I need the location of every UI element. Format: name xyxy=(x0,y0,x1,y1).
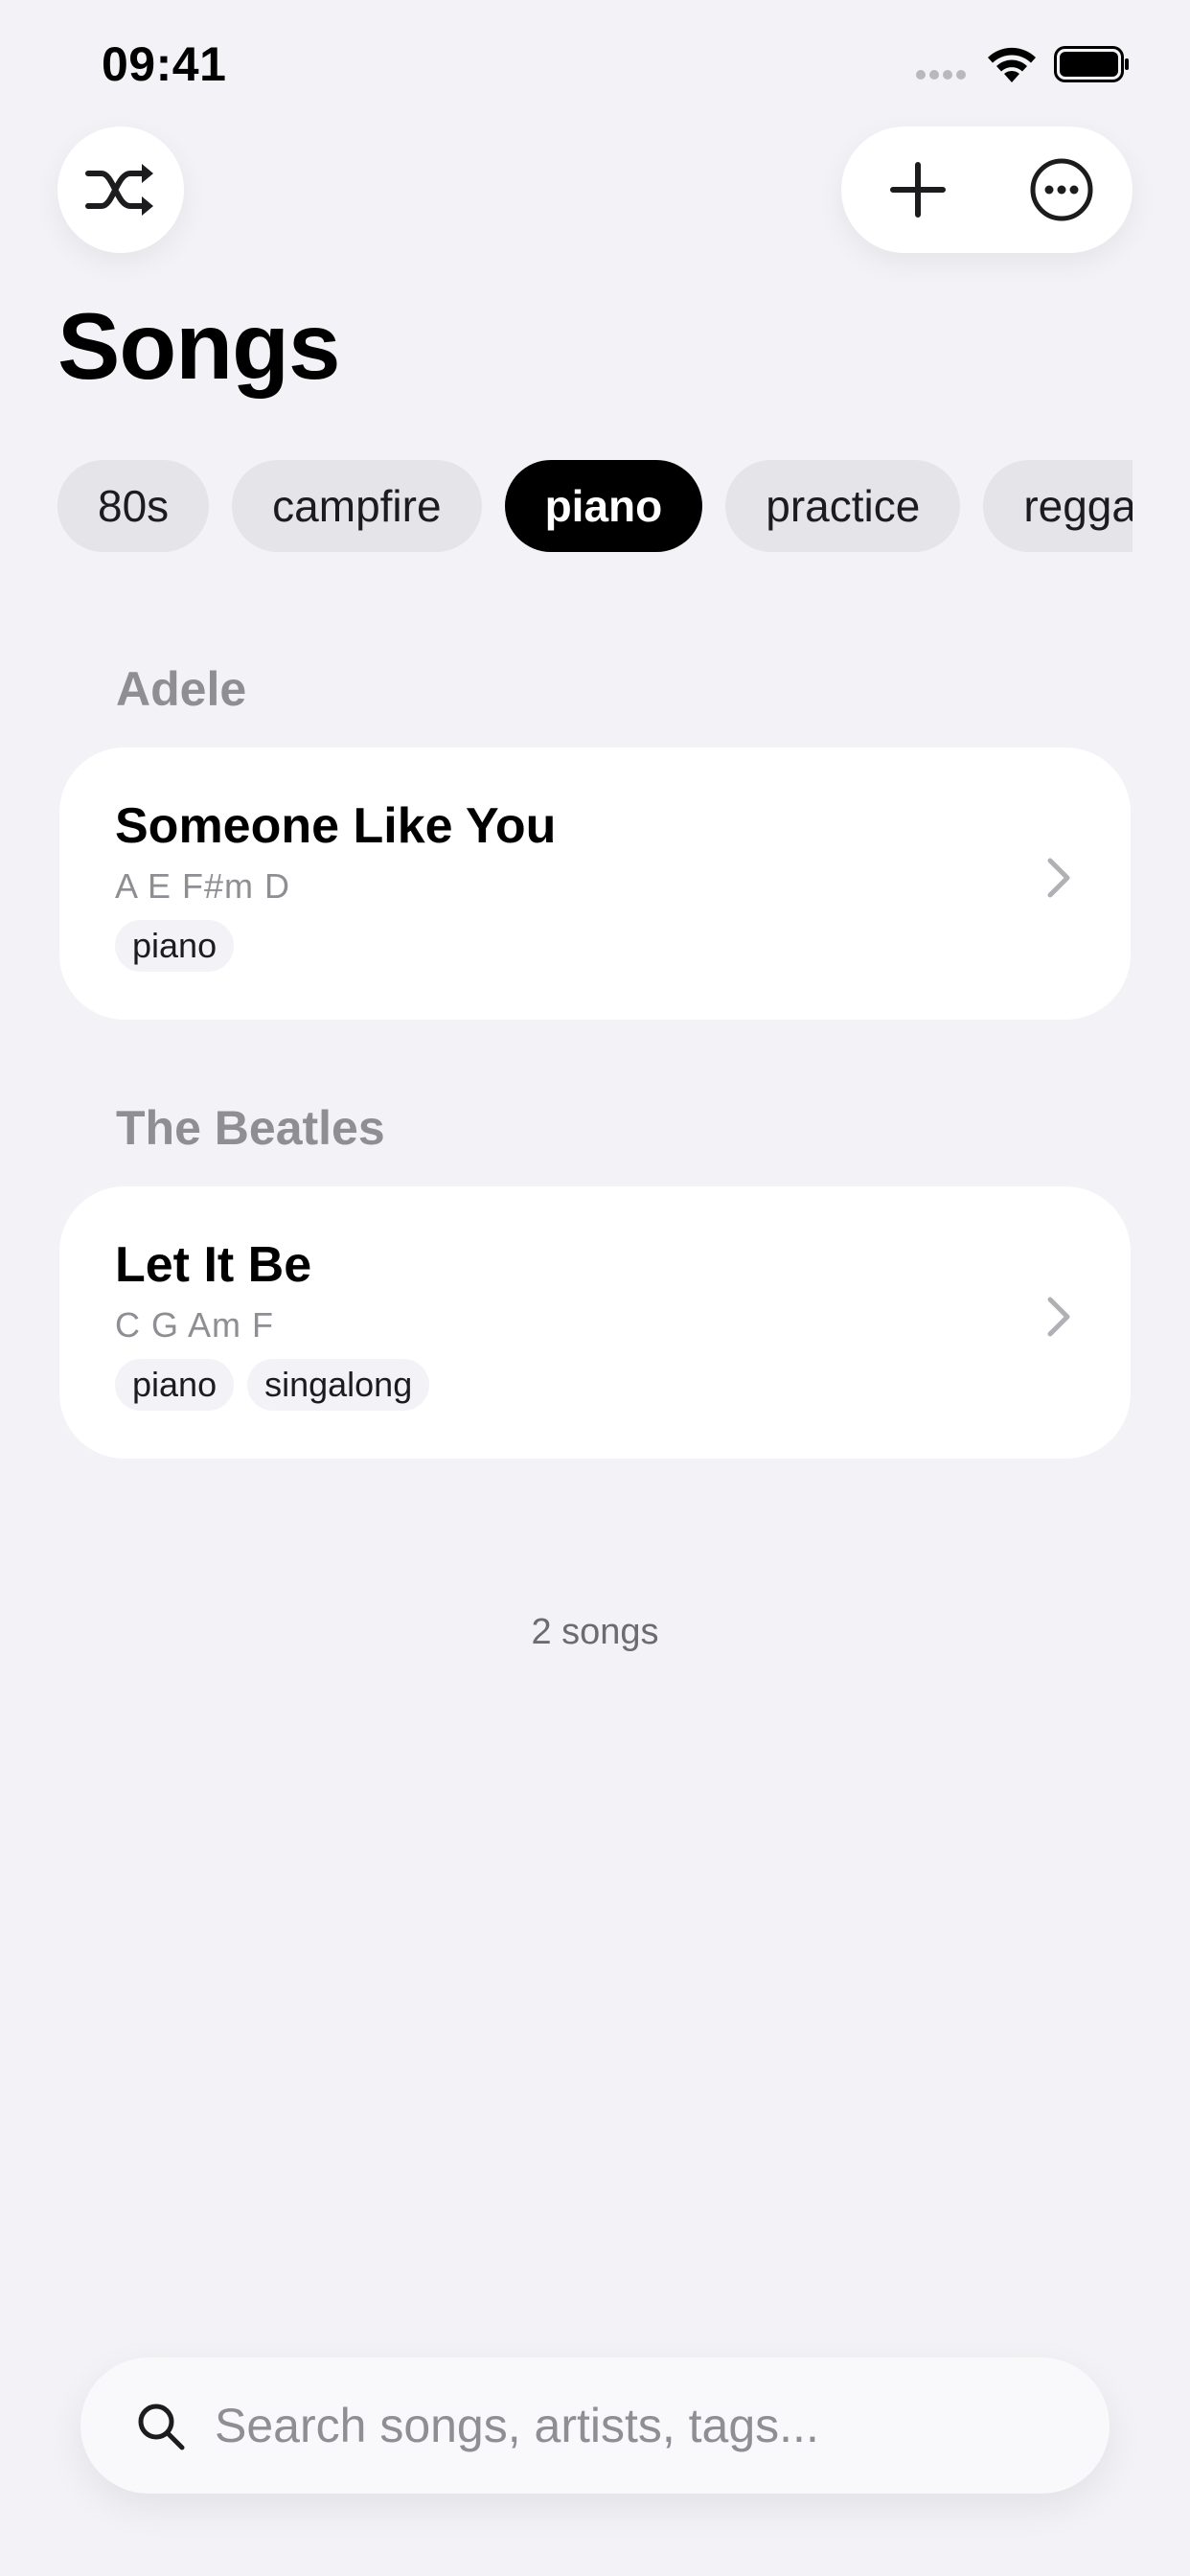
toolbar-actions xyxy=(841,126,1133,253)
ellipsis-circle-icon xyxy=(1030,158,1093,221)
song-tag: piano xyxy=(115,1359,235,1411)
song-tag: singalong xyxy=(247,1359,430,1411)
song-tags: piano singalong xyxy=(115,1359,430,1411)
search-input[interactable] xyxy=(215,2358,1058,2494)
status-time: 09:41 xyxy=(102,37,227,91)
tag-filter-practice[interactable]: practice xyxy=(725,460,961,552)
tag-filter-piano[interactable]: piano xyxy=(504,460,703,552)
section-header-the-beatles: The Beatles xyxy=(116,1101,385,1155)
page-title: Songs xyxy=(57,293,340,399)
song-row-let-it-be[interactable]: Let It Be C G Am F piano singalong xyxy=(59,1186,1131,1459)
cellular-signal-icon xyxy=(916,70,966,80)
search-bar[interactable] xyxy=(80,2358,1110,2494)
song-count: 2 songs xyxy=(531,1612,659,1652)
add-song-button[interactable] xyxy=(870,142,966,238)
tag-filter-campfire[interactable]: campfire xyxy=(232,460,482,552)
search-icon xyxy=(138,2404,185,2450)
tag-filter-bar: 80s campfire piano practice reggae xyxy=(57,460,1133,552)
song-title: Someone Like You xyxy=(115,798,557,854)
song-chords: A E F#m D xyxy=(115,866,291,906)
song-chords: C G Am F xyxy=(115,1305,275,1345)
section-header-adele: Adele xyxy=(116,662,247,716)
tag-filter-reggae[interactable]: reggae xyxy=(983,460,1133,552)
song-tags: piano xyxy=(115,920,235,972)
shuffle-icon xyxy=(85,164,153,216)
chevron-right-icon xyxy=(1047,858,1070,898)
song-tag: piano xyxy=(115,920,235,972)
shuffle-button[interactable] xyxy=(57,126,184,253)
wifi-icon xyxy=(988,47,1036,82)
tag-filter-80s[interactable]: 80s xyxy=(57,460,210,552)
song-row-someone-like-you[interactable]: Someone Like You A E F#m D piano xyxy=(59,748,1131,1020)
plus-icon xyxy=(890,162,946,218)
battery-icon xyxy=(1054,46,1129,82)
status-bar: 09:41 xyxy=(0,0,1190,125)
chevron-right-icon xyxy=(1047,1297,1070,1337)
song-title: Let It Be xyxy=(115,1237,312,1293)
more-options-button[interactable] xyxy=(1014,142,1110,238)
